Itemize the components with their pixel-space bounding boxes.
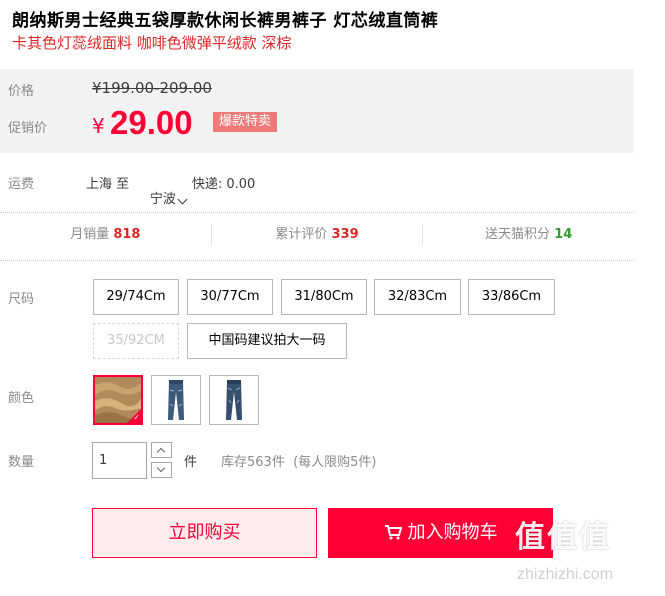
stat-monthly-sales: 月销量 818 [0, 224, 211, 246]
color-option-khaki[interactable]: ✓ [93, 375, 143, 425]
divider [0, 212, 634, 213]
add-to-cart-label: 加入购物车 [407, 522, 498, 543]
currency-symbol: ¥ [92, 114, 105, 138]
check-icon: ✓ [133, 413, 140, 422]
product-title: 朗纳斯男士经典五袋厚款休闲长裤男裤子 灯芯绒直筒裤 [12, 11, 439, 31]
quantity-decrease-button[interactable] [151, 462, 172, 478]
original-price: ¥199.00-209.00 [92, 79, 212, 97]
promo-price: 29.00 [110, 104, 193, 141]
size-option[interactable]: 30/77Cm [187, 279, 273, 315]
shipping-destination-select[interactable]: 宁波 [133, 173, 192, 222]
shipping-label: 运费 [8, 177, 35, 192]
chevron-down-icon [177, 194, 188, 205]
promo-price-label: 促销价 [8, 121, 48, 136]
size-option[interactable]: 31/80Cm [281, 279, 367, 315]
quantity-input[interactable] [92, 442, 147, 479]
price-label: 价格 [8, 84, 35, 99]
stock-info: 库存563件 (每人限购5件) [221, 455, 377, 470]
shipping-from: 上海 [86, 177, 113, 192]
jeans-image [210, 376, 258, 424]
stat-points: 送天猫积分 14 [422, 224, 634, 246]
stat-value: 14 [554, 227, 573, 242]
shipping-destination: 宁波 [149, 192, 176, 207]
shipping-to-word: 至 [116, 177, 130, 192]
color-label: 颜色 [8, 391, 35, 406]
cart-icon [384, 524, 402, 539]
product-subtitle: 卡其色灯蕊绒面料 咖啡色微弹平绒款 深棕 [12, 34, 292, 52]
size-option[interactable]: 29/74Cm [93, 279, 179, 315]
watermark-logo: 值值值 [515, 520, 611, 555]
size-label: 尺码 [8, 292, 35, 307]
color-option-jeans-1[interactable] [151, 375, 201, 425]
size-option[interactable]: 32/83Cm [374, 279, 461, 315]
stat-value: 339 [331, 227, 359, 242]
stat-value: 818 [113, 227, 141, 242]
watermark-url: zhizhizhi.com [517, 566, 614, 583]
stat-label: 累计评价 [275, 227, 328, 242]
buy-now-button[interactable]: 立即购买 [92, 508, 317, 558]
quantity-increase-button[interactable] [151, 442, 172, 458]
stat-label: 月销量 [70, 227, 110, 242]
stat-reviews[interactable]: 累计评价 339 [210, 224, 423, 246]
size-option-disabled: 35/92CM [93, 323, 179, 359]
size-option[interactable]: 33/86Cm [468, 279, 555, 315]
jeans-image [152, 376, 200, 424]
promo-tag-badge: 爆款特卖 [213, 112, 278, 132]
shipping-method: 快递: 0.00 [191, 177, 256, 192]
price-panel: 价格 ¥199.00-209.00 促销价 ¥ 29.00 爆款特卖 [0, 69, 634, 153]
stat-label: 送天猫积分 [485, 227, 551, 242]
color-option-jeans-2[interactable] [209, 375, 259, 425]
sales-stats: 月销量 818 累计评价 339 送天猫积分 14 [0, 224, 634, 246]
quantity-label: 数量 [8, 455, 35, 470]
divider [0, 260, 634, 261]
size-option[interactable]: 中国码建议拍大一码 [187, 323, 347, 359]
shipping-info: 上海 至 宁波 快递: 0.00 [86, 173, 255, 222]
quantity-unit: 件 [184, 455, 198, 470]
